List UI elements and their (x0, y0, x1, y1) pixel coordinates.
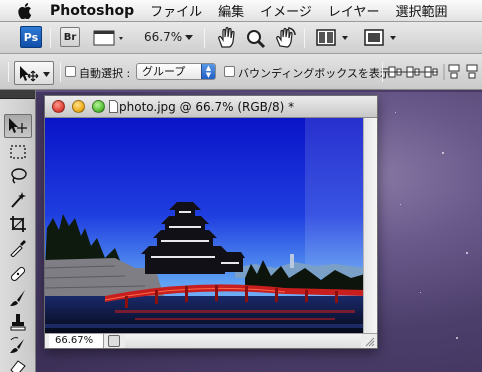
ps-logo: Ps (20, 26, 42, 48)
resize-grip-icon[interactable] (364, 336, 375, 347)
screen-mode-icon[interactable] (364, 29, 400, 47)
status-info-button[interactable] (108, 335, 120, 347)
document-icon (109, 100, 118, 113)
eraser-icon (10, 360, 26, 372)
hand-icon[interactable] (216, 27, 236, 49)
marquee-icon (10, 145, 26, 159)
align-buttons-icon[interactable] (388, 64, 482, 80)
move-tool-button[interactable] (4, 114, 32, 138)
menu-layer[interactable]: レイヤー (320, 1, 388, 20)
tool-preset-picker[interactable] (14, 61, 54, 85)
select-arrows-icon: ▲ ▼ (201, 64, 215, 79)
document-status-bar: 66.67% (45, 333, 377, 348)
menu-bar: Photoshop ファイル 編集 イメージ レイヤー 選択範囲 (0, 0, 482, 22)
bridge-button[interactable]: Br (60, 27, 80, 47)
menu-image[interactable]: イメージ (252, 1, 320, 20)
show-bounding-box-label: バウンディングボックスを表示 (238, 67, 391, 80)
horizontal-scrollbar[interactable] (125, 334, 361, 348)
close-button[interactable] (52, 100, 65, 113)
image-canvas[interactable] (45, 118, 365, 334)
crop-tool-button[interactable] (4, 212, 32, 236)
lasso-tool-button[interactable] (4, 164, 32, 188)
eyedropper-tool-button[interactable] (4, 236, 32, 260)
document-title-bar[interactable]: photo.jpg @ 66.7% (RGB/8) * (45, 96, 377, 118)
healing-brush-tool-button[interactable] (4, 262, 32, 286)
vertical-scrollbar[interactable] (363, 118, 377, 334)
chevron-down-icon (43, 72, 50, 77)
bandage-icon (10, 266, 26, 282)
tool-options-bar: 自動選択 : グループ ▲ ▼ バウンディングボックスを表示 (0, 54, 482, 90)
arrange-documents-icon[interactable] (316, 29, 352, 47)
zoom-button[interactable] (92, 100, 105, 113)
menu-file[interactable]: ファイル (142, 1, 210, 20)
minimize-button[interactable] (72, 100, 85, 113)
stamp-icon (10, 314, 26, 331)
tools-panel (0, 90, 36, 372)
crop-icon (10, 216, 26, 232)
auto-select-checkbox[interactable] (65, 66, 76, 77)
show-bounding-box-checkbox[interactable] (224, 66, 235, 77)
menu-app-name[interactable]: Photoshop (42, 3, 142, 19)
panel-grip[interactable] (0, 90, 35, 99)
view-extras-icon[interactable] (93, 29, 127, 47)
marquee-tool-button[interactable] (4, 140, 32, 164)
status-zoom-field[interactable]: 66.67% (49, 334, 104, 348)
brush-tool-button[interactable] (4, 286, 32, 310)
rotate-view-icon[interactable] (274, 26, 296, 50)
lasso-icon (11, 168, 27, 184)
menu-select[interactable]: 選択範囲 (388, 1, 456, 20)
history-brush-icon (10, 337, 24, 353)
eyedropper-icon (10, 240, 26, 257)
auto-select-target-value: グループ (142, 65, 186, 78)
document-title: photo.jpg @ 66.7% (RGB/8) * (119, 100, 295, 114)
auto-select-label: 自動選択 : (79, 67, 131, 80)
application-bar: Ps Br 66.7% (0, 22, 482, 54)
apple-logo-icon[interactable] (18, 2, 32, 19)
zoom-icon[interactable] (246, 29, 266, 49)
auto-select-target-select[interactable]: グループ ▲ ▼ (136, 63, 216, 80)
move-tool-icon (9, 118, 27, 133)
magic-wand-icon (11, 192, 26, 208)
menu-edit[interactable]: 編集 (210, 1, 252, 20)
chevron-down-icon[interactable] (184, 32, 194, 42)
zoom-level-dropdown[interactable]: 66.7% (144, 30, 182, 44)
eraser-tool-button[interactable] (4, 354, 32, 372)
clone-stamp-tool-button[interactable] (4, 310, 32, 334)
move-tool-icon (20, 66, 39, 82)
brush-icon (10, 290, 25, 306)
quick-select-tool-button[interactable] (4, 188, 32, 212)
photo-image (45, 118, 365, 334)
document-window: photo.jpg @ 66.7% (RGB/8) * 66.67% (44, 95, 378, 349)
